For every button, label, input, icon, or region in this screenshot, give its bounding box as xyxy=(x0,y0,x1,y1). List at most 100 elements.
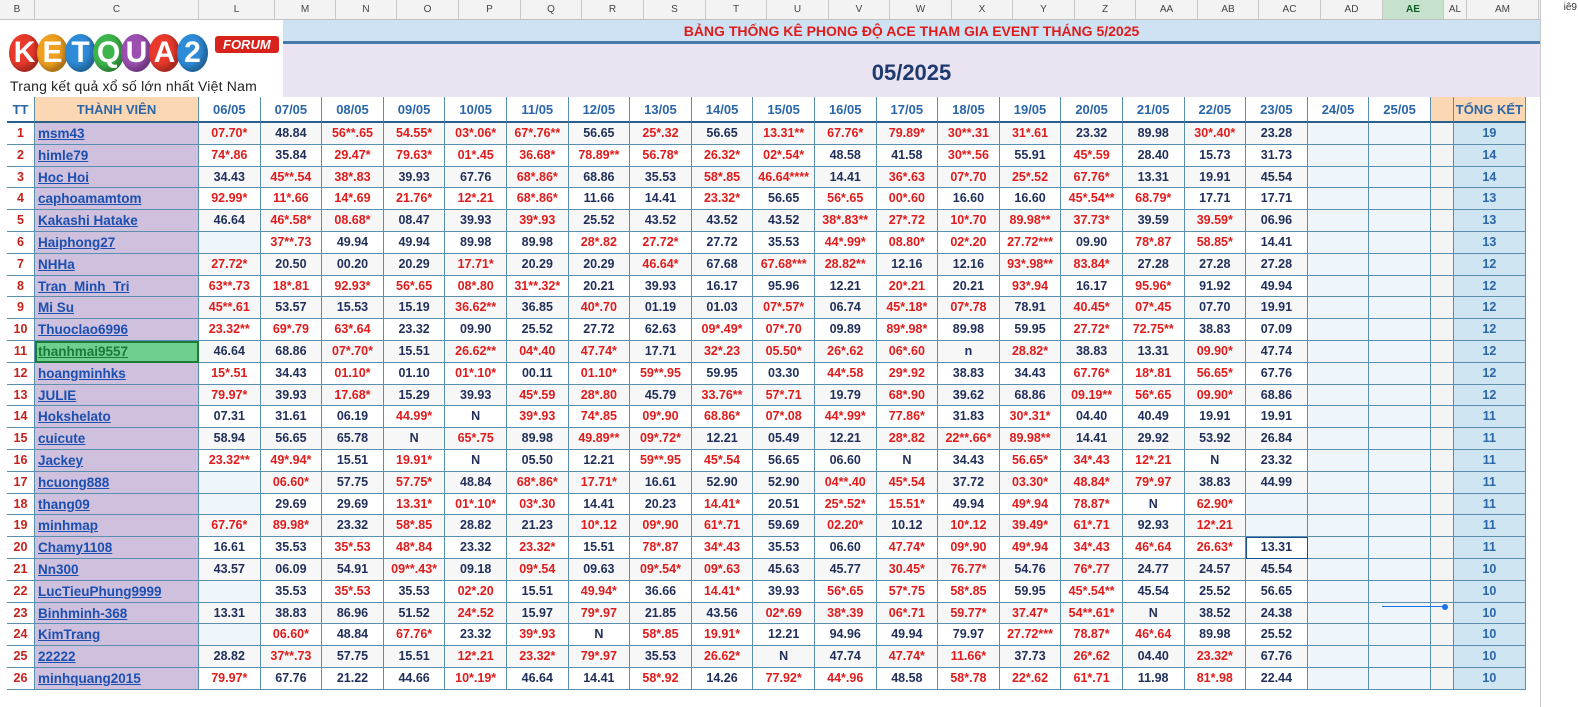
total-cell[interactable]: 11 xyxy=(1453,537,1526,559)
score-cell[interactable]: 56**.65 xyxy=(322,123,384,145)
row-number[interactable]: 2 xyxy=(7,144,35,167)
score-cell[interactable]: 12*.21 xyxy=(1184,515,1247,538)
column-header-ab[interactable]: AB xyxy=(1198,0,1259,19)
score-cell[interactable]: n xyxy=(938,340,1000,363)
score-cell[interactable]: 59.95 xyxy=(999,580,1062,603)
score-cell[interactable]: 37**.73 xyxy=(260,646,323,668)
score-cell[interactable]: 92.93* xyxy=(322,275,384,298)
score-cell[interactable]: 35.53 xyxy=(383,580,446,603)
score-cell[interactable]: 56*.65 xyxy=(814,580,877,603)
score-cell[interactable]: 35.84 xyxy=(260,144,323,167)
total-cell[interactable]: 12 xyxy=(1453,340,1526,363)
score-cell[interactable]: 14.41 xyxy=(568,667,631,690)
score-cell[interactable]: 39.93 xyxy=(753,580,815,603)
score-cell[interactable]: 27.72*** xyxy=(999,624,1062,647)
score-cell[interactable]: 09*.54 xyxy=(506,558,569,581)
score-cell[interactable]: 23.28 xyxy=(1246,123,1308,145)
score-cell[interactable]: 48.58 xyxy=(814,144,877,167)
score-cell[interactable]: 78.91 xyxy=(999,297,1062,320)
column-header-l[interactable]: L xyxy=(199,0,275,19)
score-cell[interactable]: 04*.40 xyxy=(506,340,569,363)
row-number[interactable]: 3 xyxy=(7,166,35,189)
member-link[interactable]: Nn300 xyxy=(38,562,79,577)
score-cell[interactable]: 05.49 xyxy=(753,428,815,450)
score-cell[interactable]: 89.98** xyxy=(999,210,1062,232)
score-cell[interactable]: 56.65 xyxy=(260,428,323,450)
score-cell[interactable]: 49.94 xyxy=(938,493,1000,516)
gap-cell[interactable] xyxy=(1430,384,1454,407)
score-cell[interactable]: 12*.21 xyxy=(445,646,507,668)
score-cell[interactable]: 48.84* xyxy=(1061,471,1123,494)
score-cell[interactable]: 21.76* xyxy=(383,188,446,211)
score-cell[interactable]: 36*.63 xyxy=(876,166,939,189)
score-cell[interactable]: 54**.61* xyxy=(1061,602,1123,625)
score-cell[interactable] xyxy=(1369,340,1431,363)
score-cell[interactable]: 56.65 xyxy=(753,449,815,472)
score-cell[interactable] xyxy=(1307,646,1370,668)
score-cell[interactable]: 27.72 xyxy=(568,319,631,341)
score-cell[interactable]: 03.30* xyxy=(999,471,1062,494)
score-cell[interactable]: 30**.31 xyxy=(938,123,1000,145)
score-cell[interactable] xyxy=(1369,646,1431,668)
score-cell[interactable] xyxy=(1369,123,1431,145)
score-cell[interactable]: 34*.43 xyxy=(691,537,754,559)
member-link[interactable]: Chamy1108 xyxy=(38,540,112,555)
total-cell[interactable]: 12 xyxy=(1453,275,1526,298)
column-header-r[interactable]: R xyxy=(582,0,644,19)
score-cell[interactable]: 07.70 xyxy=(1184,297,1247,320)
score-cell[interactable]: 68.86 xyxy=(999,384,1062,407)
row-number[interactable]: 8 xyxy=(7,275,35,298)
score-cell[interactable]: 43.57 xyxy=(199,558,261,581)
member-name-cell[interactable]: hcuong888 xyxy=(35,471,199,494)
score-cell[interactable]: 54.91 xyxy=(322,558,384,581)
score-cell[interactable]: 06.96 xyxy=(1246,210,1308,232)
score-cell[interactable]: 23.32 xyxy=(1246,449,1308,472)
score-cell[interactable]: 46.64 xyxy=(199,210,261,232)
score-cell[interactable]: 23.32** xyxy=(199,449,261,472)
score-cell[interactable] xyxy=(1307,428,1370,450)
score-cell[interactable]: 21.85 xyxy=(630,602,692,625)
score-cell[interactable]: 79*.97 xyxy=(568,646,631,668)
column-header-x[interactable]: X xyxy=(952,0,1013,19)
score-cell[interactable]: 38.83 xyxy=(1061,340,1123,363)
total-cell[interactable]: 14 xyxy=(1453,144,1526,167)
score-cell[interactable]: 12.16 xyxy=(876,253,939,276)
score-cell[interactable]: 01.19 xyxy=(630,297,692,320)
score-cell[interactable]: 49*.94 xyxy=(999,493,1062,516)
score-cell[interactable]: 22**.66* xyxy=(938,428,1000,450)
score-cell[interactable] xyxy=(1369,275,1431,298)
score-cell[interactable]: 89.98* xyxy=(260,515,323,538)
score-cell[interactable]: 13.31 xyxy=(199,602,261,625)
score-cell[interactable]: 37.73 xyxy=(999,646,1062,668)
column-header-v[interactable]: V xyxy=(829,0,890,19)
score-cell[interactable] xyxy=(1307,210,1370,232)
score-cell[interactable]: 29.69 xyxy=(322,493,384,516)
score-cell[interactable]: 36.66 xyxy=(630,580,692,603)
score-cell[interactable]: 20.50 xyxy=(260,253,323,276)
score-cell[interactable]: 26*.62 xyxy=(814,340,877,363)
score-cell[interactable]: 28.82 xyxy=(445,515,507,538)
score-cell[interactable]: 21.23 xyxy=(506,515,569,538)
score-cell[interactable]: 69*.79 xyxy=(260,319,323,341)
score-cell[interactable]: 45.77 xyxy=(814,558,877,581)
total-cell[interactable]: 10 xyxy=(1453,602,1526,625)
score-cell[interactable]: 45**.54 xyxy=(260,166,323,189)
score-cell[interactable]: 67.76 xyxy=(1246,646,1308,668)
score-cell[interactable] xyxy=(1369,537,1431,559)
total-cell[interactable]: 10 xyxy=(1453,624,1526,647)
score-cell[interactable]: 56.78* xyxy=(630,144,692,167)
score-cell[interactable]: 25.52 xyxy=(506,319,569,341)
gap-cell[interactable] xyxy=(1430,144,1454,167)
member-link[interactable]: hoangminhks xyxy=(38,366,126,381)
score-cell[interactable]: 16.60 xyxy=(938,188,1000,211)
score-cell[interactable] xyxy=(1307,406,1370,429)
score-cell[interactable]: 68*.86* xyxy=(506,188,569,211)
member-name-cell[interactable]: Tran_Minh_Tri xyxy=(35,275,199,298)
score-cell[interactable]: 19.91 xyxy=(1184,166,1247,189)
score-cell[interactable]: 67.76* xyxy=(1061,166,1123,189)
total-cell[interactable]: 12 xyxy=(1453,319,1526,341)
score-cell[interactable]: 34.43 xyxy=(199,166,261,189)
score-cell[interactable]: 49.94 xyxy=(1246,275,1308,298)
member-link[interactable]: Mi Su xyxy=(38,300,74,315)
score-cell[interactable] xyxy=(1369,515,1431,538)
